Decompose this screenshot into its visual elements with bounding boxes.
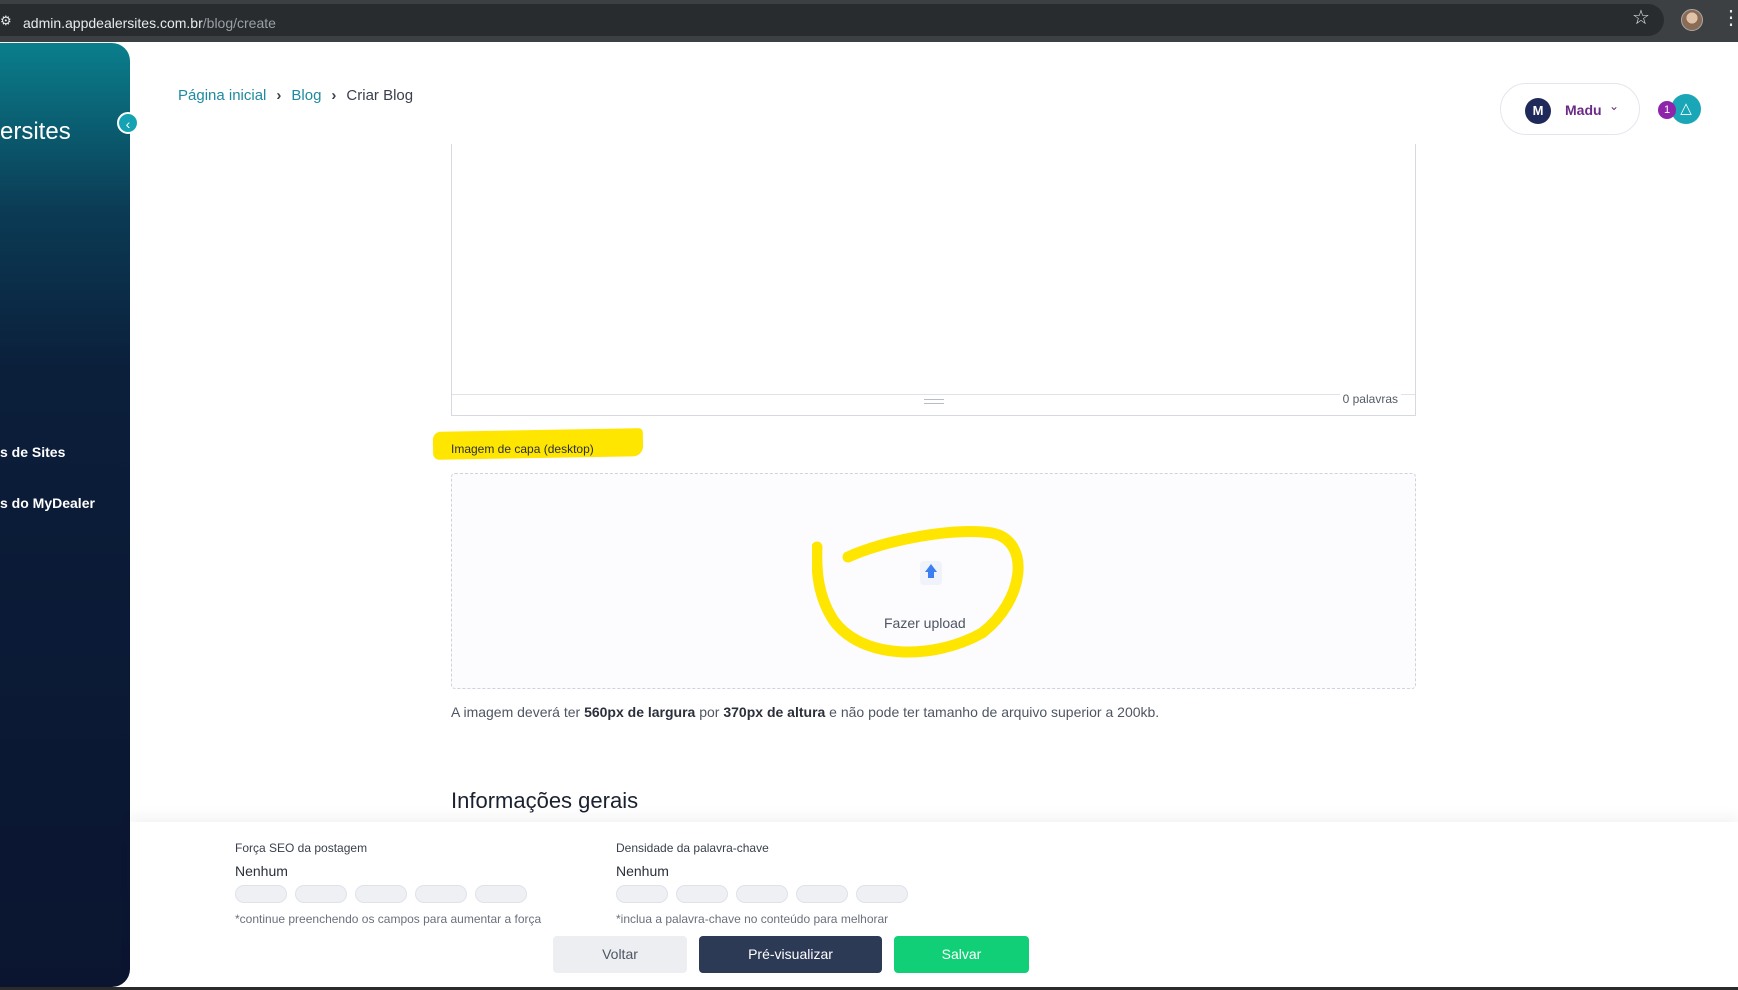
keyword-density-value: Nenhum bbox=[616, 863, 669, 879]
browser-profile-avatar[interactable] bbox=[1681, 9, 1703, 31]
breadcrumb: Página inicial › Blog › Criar Blog bbox=[178, 87, 413, 104]
density-level-pill bbox=[856, 885, 908, 903]
image-requirements-hint: A imagem deverá ter 560px de largura por… bbox=[451, 704, 1160, 720]
section-title-general-info: Informações gerais bbox=[451, 788, 639, 813]
seo-strength-title: Força SEO da postagem bbox=[235, 841, 368, 855]
keyword-density-title: Densidade da palavra-chave bbox=[616, 841, 769, 855]
chevron-right-icon: › bbox=[276, 87, 282, 104]
address-bar[interactable]: ⚙ admin.appdealersites.com.br/blog/creat… bbox=[0, 4, 1664, 36]
browser-toolbar: ⚙ admin.appdealersites.com.br/blog/creat… bbox=[0, 0, 1738, 42]
strength-level-pill bbox=[355, 885, 407, 903]
preview-button[interactable]: Pré-visualizar bbox=[699, 936, 882, 973]
density-level-pill bbox=[616, 885, 668, 903]
word-count: 0 palavras bbox=[1339, 392, 1401, 406]
keyword-density-meter: Densidade da palavra-chave Nenhum *inclu… bbox=[616, 841, 908, 926]
bookmark-star-icon[interactable]: ☆ bbox=[1632, 8, 1650, 28]
sidebar-item-sites[interactable]: s de Sites bbox=[0, 444, 65, 460]
density-level-pill bbox=[736, 885, 788, 903]
action-footer: Força SEO da postagem Nenhum *continue p… bbox=[130, 822, 1738, 987]
seo-strength-meter: Força SEO da postagem Nenhum *continue p… bbox=[235, 841, 541, 926]
keyword-density-note: *inclua a palavra-chave no conteúdo para… bbox=[616, 912, 889, 926]
breadcrumb-home-link[interactable]: Página inicial bbox=[178, 87, 266, 104]
seo-strength-levels bbox=[235, 885, 541, 903]
user-menu-button[interactable]: M Madu ⌄ bbox=[1500, 83, 1640, 135]
density-level-pill bbox=[796, 885, 848, 903]
chevron-left-icon: ‹ bbox=[125, 116, 131, 132]
sidebar-brand: ersites bbox=[0, 118, 71, 145]
content-editor[interactable]: 0 palavras bbox=[451, 144, 1416, 416]
notification-count-badge: 1 bbox=[1658, 101, 1676, 119]
editor-statusbar: 0 palavras bbox=[452, 392, 1415, 415]
strength-level-pill bbox=[415, 885, 467, 903]
bell-icon: △ bbox=[1680, 100, 1692, 117]
cover-image-label: Imagem de capa (desktop) bbox=[451, 442, 594, 456]
sidebar: ersites s de Sites s do MyDealer bbox=[0, 43, 130, 987]
sidebar-item-mydealer[interactable]: s do MyDealer bbox=[0, 495, 95, 511]
url-text[interactable]: admin.appdealersites.com.br/blog/create bbox=[23, 15, 276, 31]
avatar: M bbox=[1525, 98, 1551, 124]
breadcrumb-current: Criar Blog bbox=[346, 87, 414, 104]
strength-level-pill bbox=[235, 885, 287, 903]
breadcrumb-blog-link[interactable]: Blog bbox=[291, 87, 321, 104]
editor-resize-handle[interactable] bbox=[924, 399, 944, 404]
save-button[interactable]: Salvar bbox=[894, 936, 1029, 973]
strength-level-pill bbox=[475, 885, 527, 903]
user-name: Madu bbox=[1565, 102, 1602, 118]
upload-arrow-icon[interactable] bbox=[920, 561, 942, 585]
sidebar-collapse-button[interactable]: ‹ bbox=[117, 112, 139, 134]
upload-button-label[interactable]: Fazer upload bbox=[884, 615, 966, 631]
site-settings-icon[interactable]: ⚙ bbox=[0, 14, 12, 27]
seo-strength-value: Nenhum bbox=[235, 863, 288, 879]
density-level-pill bbox=[676, 885, 728, 903]
chevron-down-icon: ⌄ bbox=[1609, 99, 1620, 113]
back-button[interactable]: Voltar bbox=[553, 936, 687, 973]
seo-strength-note: *continue preenchendo os campos para aum… bbox=[235, 912, 542, 926]
chevron-right-icon: › bbox=[331, 87, 337, 104]
yellow-circle-annotation bbox=[812, 526, 1024, 658]
keyword-density-levels bbox=[616, 885, 908, 903]
strength-level-pill bbox=[295, 885, 347, 903]
browser-menu-icon[interactable]: ⋮ bbox=[1721, 8, 1738, 28]
